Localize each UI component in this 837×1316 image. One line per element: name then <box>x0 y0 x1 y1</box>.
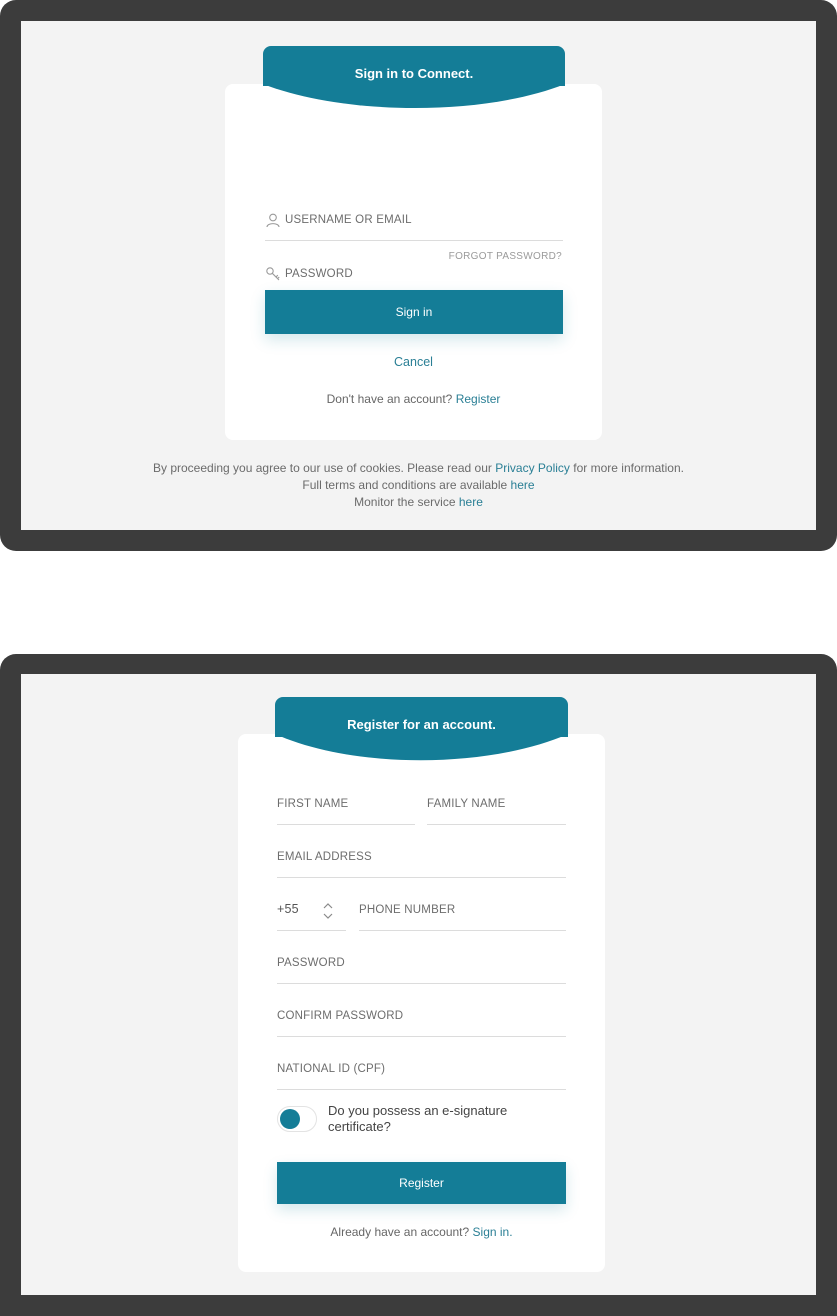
email-label: EMAIL ADDRESS <box>277 851 372 863</box>
monitor-text: Monitor the service <box>354 495 456 509</box>
phone-field[interactable]: PHONE NUMBER <box>359 901 566 931</box>
signin-title: Sign in to Connect. <box>354 66 474 81</box>
cookie-text-pre: By proceeding you agree to our use of co… <box>153 461 492 475</box>
country-code-value: +55 <box>277 902 299 916</box>
signin-header-curve <box>263 84 565 108</box>
first-name-label: FIRST NAME <box>277 798 349 810</box>
national-id-label: NATIONAL ID (CPF) <box>277 1063 386 1075</box>
terms-text: Full terms and conditions are available <box>302 478 508 492</box>
esignature-question: Do you possess an e-signature certificat… <box>328 1103 508 1134</box>
signin-prompt: Already have an account? Sign in. <box>238 1225 605 1239</box>
legal-footer: By proceeding you agree to our use of co… <box>21 460 816 511</box>
terms-link[interactable]: here <box>511 478 535 492</box>
esignature-toggle[interactable] <box>277 1106 317 1132</box>
phone-label: PHONE NUMBER <box>359 904 456 916</box>
password-label: PASSWORD <box>285 268 353 280</box>
username-label: USERNAME OR EMAIL <box>285 214 412 226</box>
signin-link[interactable]: Sign in. <box>473 1225 513 1239</box>
confirm-password-label: CONFIRM PASSWORD <box>277 1010 404 1022</box>
register-window-frame: FIRST NAME FAMILY NAME EMAIL ADDRESS +55… <box>0 654 837 1316</box>
family-name-field[interactable]: FAMILY NAME <box>427 795 566 825</box>
username-field[interactable]: USERNAME OR EMAIL <box>265 211 563 241</box>
register-prompt: Don't have an account? Register <box>225 392 602 406</box>
no-account-text: Don't have an account? <box>326 392 453 406</box>
register-screen: FIRST NAME FAMILY NAME EMAIL ADDRESS +55… <box>21 674 816 1295</box>
signin-window-frame: USERNAME OR EMAIL PASSWORD FORGOT PASSWO… <box>0 0 837 551</box>
signin-card: USERNAME OR EMAIL PASSWORD FORGOT PASSWO… <box>225 84 602 440</box>
email-field[interactable]: EMAIL ADDRESS <box>277 848 566 878</box>
confirm-password-field[interactable]: CONFIRM PASSWORD <box>277 1007 566 1037</box>
register-button[interactable]: Register <box>277 1162 566 1204</box>
forgot-password-link[interactable]: FORGOT PASSWORD? <box>449 251 562 262</box>
monitor-line: Monitor the service here <box>21 494 816 511</box>
country-code-stepper[interactable]: +55 <box>277 901 346 931</box>
register-card: FIRST NAME FAMILY NAME EMAIL ADDRESS +55… <box>238 734 605 1272</box>
monitor-link[interactable]: here <box>459 495 483 509</box>
user-icon <box>266 213 280 228</box>
cookie-line: By proceeding you agree to our use of co… <box>21 460 816 477</box>
national-id-field[interactable]: NATIONAL ID (CPF) <box>277 1060 566 1090</box>
register-link[interactable]: Register <box>456 392 501 406</box>
register-header-curve <box>275 734 568 761</box>
cookie-text-post: for more information. <box>573 461 684 475</box>
cancel-link[interactable]: Cancel <box>225 355 602 369</box>
register-header: Register for an account. <box>275 697 568 737</box>
first-name-field[interactable]: FIRST NAME <box>277 795 415 825</box>
terms-line: Full terms and conditions are available … <box>21 477 816 494</box>
privacy-policy-link[interactable]: Privacy Policy <box>495 461 570 475</box>
password-label: PASSWORD <box>277 957 345 969</box>
register-title: Register for an account. <box>347 717 496 732</box>
key-icon <box>266 267 280 281</box>
signin-screen: USERNAME OR EMAIL PASSWORD FORGOT PASSWO… <box>21 21 816 530</box>
signin-button[interactable]: Sign in <box>265 290 563 334</box>
chevron-up-down-icon[interactable] <box>322 901 334 921</box>
toggle-knob <box>280 1109 300 1129</box>
signin-header: Sign in to Connect. <box>263 46 565 86</box>
password-field[interactable]: PASSWORD <box>277 954 566 984</box>
have-account-text: Already have an account? <box>330 1225 470 1239</box>
family-name-label: FAMILY NAME <box>427 798 506 810</box>
